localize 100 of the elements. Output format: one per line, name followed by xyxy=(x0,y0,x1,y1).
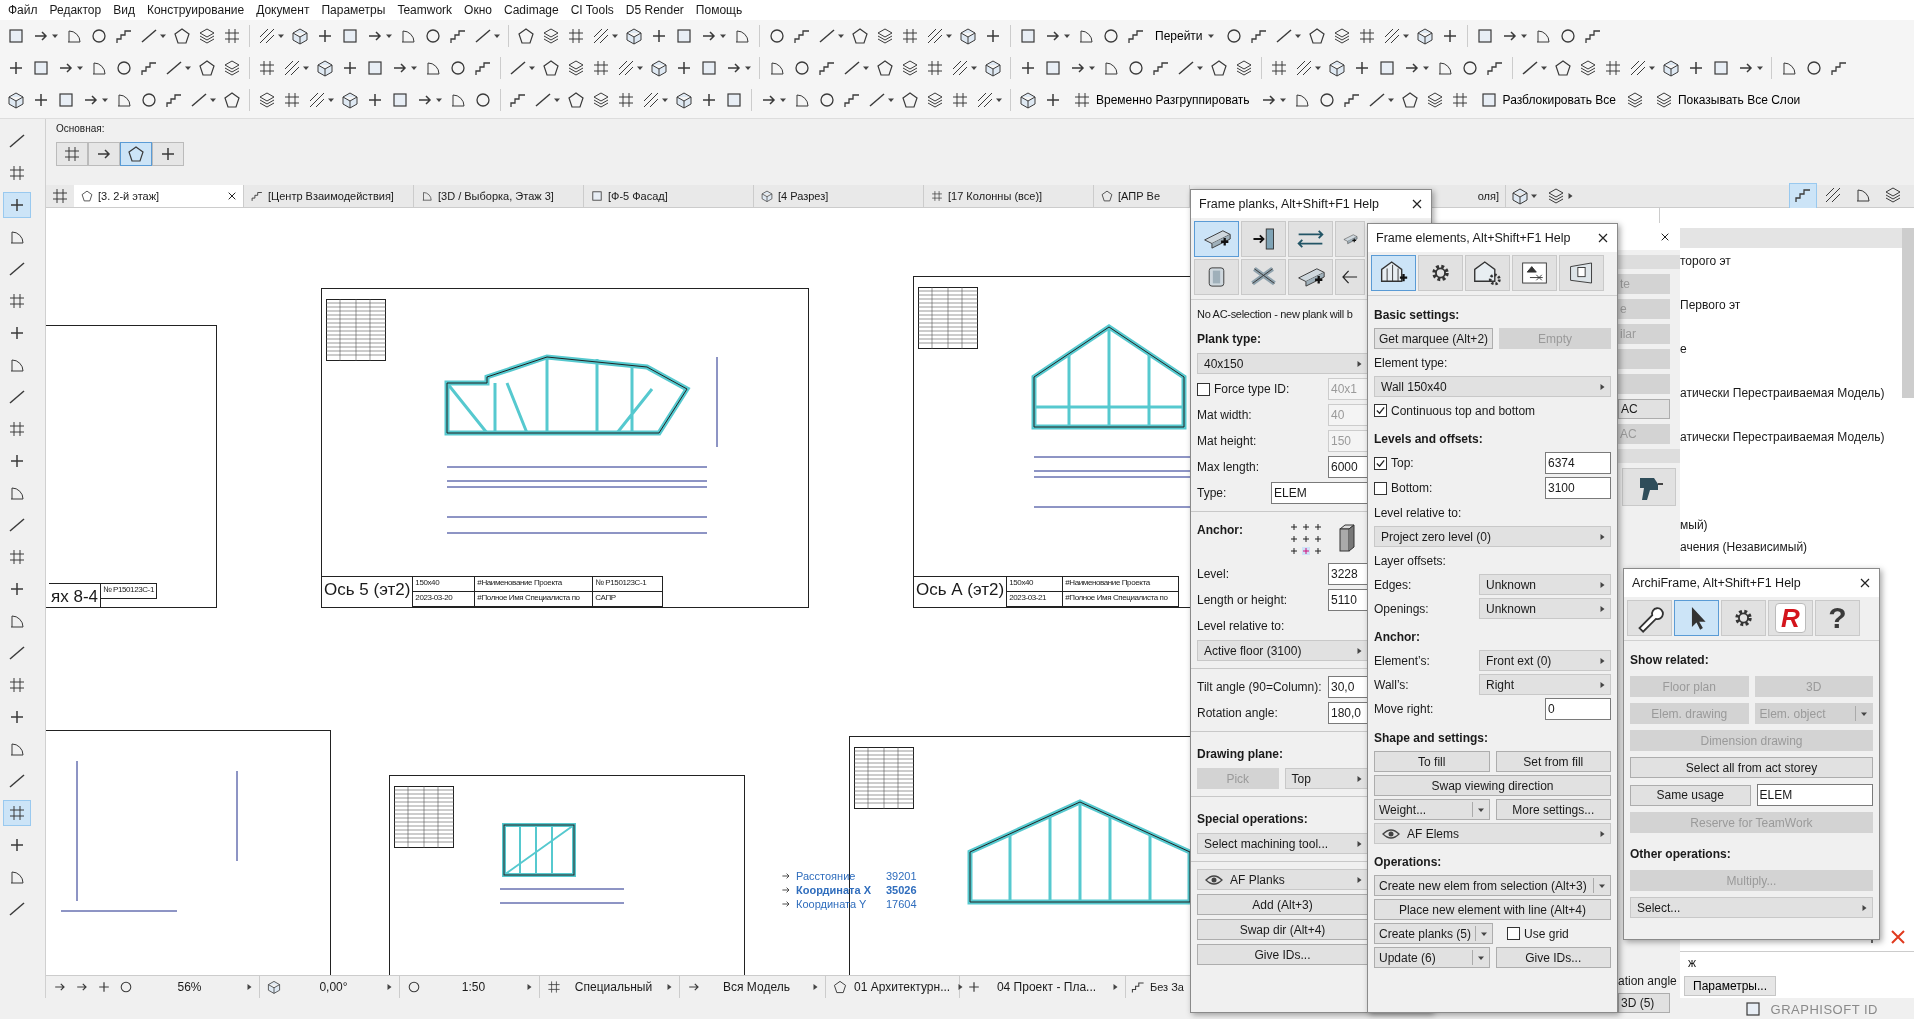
navigator-item[interactable]: Первого эт xyxy=(1680,298,1741,312)
section-heading: Other operations: xyxy=(1630,846,1731,861)
button[interactable]: Add (Alt+3) xyxy=(1197,894,1368,915)
field-label: Level relative to: xyxy=(1374,505,1462,520)
menu-item[interactable]: Документ xyxy=(250,3,316,17)
menu-item[interactable]: CI Tools xyxy=(564,3,620,17)
status-value[interactable]: 04 Проект - Пла... xyxy=(988,980,1105,994)
input-field[interactable]: ELEM xyxy=(1756,784,1873,806)
menu-item[interactable]: Вид xyxy=(107,3,141,17)
button[interactable]: AC xyxy=(1618,399,1670,419)
palette-tab[interactable]: R xyxy=(1768,600,1813,636)
palette-tab[interactable]: ? xyxy=(1815,600,1860,636)
status-value[interactable]: Вся Модель xyxy=(708,980,805,994)
view-tab[interactable]: [17 Колонны (все)] xyxy=(924,185,1094,207)
settings-button[interactable]: Параметры... xyxy=(1684,976,1776,996)
status-value[interactable]: 1:50 xyxy=(428,980,519,994)
button[interactable]: Weight... xyxy=(1374,799,1490,820)
section-heading: Levels and offsets: xyxy=(1374,431,1483,446)
menu-item[interactable]: Конструирование xyxy=(140,3,251,17)
navigator-item[interactable]: торого эт xyxy=(1680,254,1731,268)
menu-item[interactable]: Окно xyxy=(458,3,498,17)
status-note: No AC-selection - new plank will b xyxy=(1197,307,1354,320)
toolbar-button[interactable]: Перейти xyxy=(1149,29,1221,43)
status-value[interactable]: Без За xyxy=(1150,981,1184,993)
view-tab[interactable]: [Ф-5 Фасад] xyxy=(584,185,754,207)
view-tab[interactable]: [3. 2-й этаж] xyxy=(74,185,244,207)
view-tab[interactable]: оля] xyxy=(1436,185,1506,207)
menu-item[interactable]: D5 Render xyxy=(619,3,690,17)
input-field[interactable]: 30,0 xyxy=(1328,676,1368,698)
navigator-item[interactable]: е xyxy=(1680,342,1687,356)
input-field[interactable]: 3100 xyxy=(1545,477,1611,499)
button[interactable]: Select all from act storey xyxy=(1630,757,1873,778)
button[interactable]: To fill xyxy=(1374,751,1490,772)
menu-item[interactable]: Teamwork xyxy=(391,3,459,17)
button[interactable]: Swap viewing direction xyxy=(1374,775,1611,796)
coordinate-value: 17604 xyxy=(886,898,918,910)
table-cell: 150x40 xyxy=(413,577,476,592)
button[interactable]: Get marquee (Alt+2) xyxy=(1374,328,1494,349)
menu-item[interactable]: Файл xyxy=(2,3,44,17)
button[interactable]: Place new element with line (Alt+4) xyxy=(1374,899,1611,920)
button[interactable]: More settings... xyxy=(1495,799,1611,820)
palette-title: Frame elements, Alt+Shift+F1 Help xyxy=(1376,231,1571,245)
dropdown[interactable]: Project zero level (0) xyxy=(1374,526,1611,547)
table-cell: 150x40 xyxy=(1007,577,1064,592)
button[interactable]: Create planks (5) xyxy=(1374,923,1494,944)
table-cell: 2023-03-21 xyxy=(1007,592,1064,607)
toolbar-button[interactable]: Разблокировать Все xyxy=(1472,90,1622,110)
status-value[interactable]: 56% xyxy=(140,980,239,994)
table-cell: САПР xyxy=(593,592,664,607)
input-field[interactable]: 3228 xyxy=(1328,563,1368,585)
navigator-item[interactable]: атически Перестраиваемая Модель) xyxy=(1680,430,1885,444)
status-value[interactable]: 0,00° xyxy=(288,980,379,994)
menu-item[interactable]: Cadimage xyxy=(497,3,565,17)
navigator-item[interactable]: мый) xyxy=(1680,518,1708,532)
dropdown[interactable]: Select machining tool... xyxy=(1197,833,1368,854)
menu-item[interactable]: Редактор xyxy=(43,3,108,17)
checkbox-label: Continuous top and bottom xyxy=(1391,403,1536,418)
menu-item[interactable]: Помощь xyxy=(689,3,749,17)
checkbox-label: Force type ID: xyxy=(1214,382,1290,396)
info-box-label: Основная: xyxy=(56,123,106,134)
input-field[interactable]: 180,0 xyxy=(1328,702,1368,724)
view-tab[interactable]: [3D / Выборка, Этаж 3] xyxy=(414,185,584,207)
menu-item[interactable]: Параметры xyxy=(315,3,392,17)
button[interactable]: Give IDs... xyxy=(1495,947,1611,968)
button[interactable]: Same usage xyxy=(1630,784,1751,806)
button[interactable]: Update (6) xyxy=(1374,947,1490,968)
input-field[interactable]: 6000 xyxy=(1328,456,1368,478)
status-value[interactable]: 01 Архитектурн... xyxy=(854,980,951,994)
view-tab[interactable]: [Центр Взаимодействия] xyxy=(244,185,414,207)
dropdown[interactable]: Top xyxy=(1284,768,1368,789)
status-value[interactable]: Специальный xyxy=(568,980,659,994)
field-label: Level: xyxy=(1197,567,1231,581)
toolbar-button[interactable]: Показывать Все Слои xyxy=(1647,90,1807,110)
dropdown[interactable]: Right xyxy=(1479,674,1611,695)
toolbar-button[interactable]: Временно Разгруппировать xyxy=(1066,90,1256,110)
navigator-item[interactable]: атически Перестраиваемая Модель) xyxy=(1680,386,1885,400)
checkbox-label: Bottom: xyxy=(1391,481,1433,495)
layer-dropdown[interactable]: AF Elems xyxy=(1374,823,1611,844)
section-heading: Basic settings: xyxy=(1374,307,1460,322)
dropdown[interactable]: Active floor (3100) xyxy=(1197,640,1368,661)
button[interactable]: Swap dir (Alt+4) xyxy=(1197,919,1368,940)
dropdown[interactable]: Front ext (0) xyxy=(1479,650,1611,671)
button[interactable]: Create new elem from selection (Alt+3) xyxy=(1374,875,1611,896)
input-field[interactable]: ELEM xyxy=(1271,482,1368,504)
input-field[interactable]: 6374 xyxy=(1545,452,1611,474)
navigator-item[interactable]: ачения (Независимый) xyxy=(1680,540,1808,554)
input-field[interactable]: 0 xyxy=(1545,698,1611,720)
view-tab[interactable]: [4 Разрез] xyxy=(754,185,924,207)
dropdown[interactable]: Unknown xyxy=(1479,574,1611,595)
button[interactable]: Give IDs... xyxy=(1197,944,1368,965)
button[interactable]: 3D (5) xyxy=(1618,993,1670,1013)
input-field[interactable]: 5110 xyxy=(1328,589,1368,611)
dropdown[interactable]: 40x150 xyxy=(1197,353,1368,374)
layer-dropdown[interactable]: AF Planks xyxy=(1197,869,1368,890)
dropdown[interactable]: Select... xyxy=(1630,897,1873,918)
button[interactable]: Set from fill xyxy=(1495,751,1611,772)
dropdown[interactable]: Unknown xyxy=(1479,598,1611,619)
field-label: Level relative to: xyxy=(1197,618,1285,633)
sheet-title: ях 8-4 xyxy=(49,584,101,607)
dropdown[interactable]: Wall 150x40 xyxy=(1374,376,1611,397)
